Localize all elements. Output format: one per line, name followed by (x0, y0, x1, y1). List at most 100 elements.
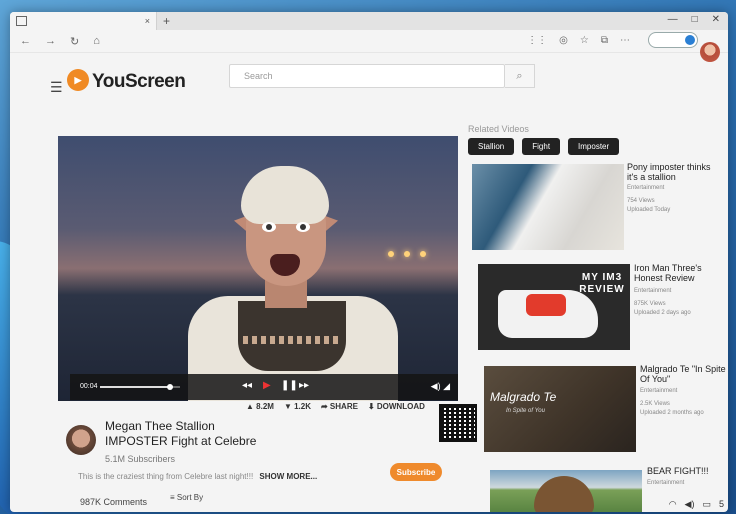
like-button[interactable]: ▲ 8.2M (246, 402, 274, 411)
related-meta: Entertainment 754 Views Uploaded Today (627, 184, 717, 215)
related-uploaded: Uploaded 2 months ago (640, 410, 704, 416)
video-title: Megan Thee Stallion IMPOSTER Fight at Ce… (105, 419, 257, 448)
window-controls: — □ ✕ (668, 14, 720, 25)
thumbnail-subcaption: In Spite of You (506, 408, 545, 414)
battery-icon[interactable]: ▭ (702, 499, 711, 510)
tab-close-icon[interactable]: × (145, 16, 150, 26)
system-tray: ◠ ◀) ▭ 5 (669, 499, 724, 510)
new-tab-button[interactable]: + (163, 14, 170, 28)
show-more-link[interactable]: SHOW MORE... (259, 472, 317, 481)
progress-scrubber[interactable] (167, 384, 174, 390)
thumbnail-caption: MY IM3 REVIEW (579, 272, 625, 295)
progress-track[interactable] (100, 384, 180, 390)
address-bar: ← → ↻ ⌂ ⋮⋮ ◎ ☆ ⧉ ⋯ (10, 30, 728, 53)
pause-icon[interactable]: ❚❚ (281, 380, 298, 391)
related-title[interactable]: Iron Man Three's Honest Review (634, 263, 724, 283)
fast-forward-icon[interactable]: ▸▸ (299, 380, 309, 391)
related-videos-heading: Related Videos (468, 124, 529, 134)
download-button[interactable]: ⬇ DOWNLOAD (368, 402, 425, 411)
thumb-up-icon: ▲ (246, 402, 257, 411)
browser-window: × + — □ ✕ ← → ↻ ⌂ ⋮⋮ ◎ ☆ ⧉ ⋯ ☰ ▶ YouScre… (10, 12, 728, 512)
related-category: Entertainment (627, 185, 665, 191)
time-current: 00:04 (80, 383, 98, 390)
related-thumbnail-pony[interactable] (472, 164, 624, 250)
forward-button[interactable]: → (45, 35, 56, 47)
more-icon[interactable]: ⋯ (620, 35, 630, 46)
chip-imposter[interactable]: Imposter (568, 138, 620, 155)
related-views: 754 Views (627, 198, 655, 204)
filter-chips: Stallion Fight Imposter (468, 138, 620, 155)
tab-favicon-icon (16, 16, 27, 26)
bear-figure (534, 476, 594, 512)
hamburger-menu-icon[interactable]: ☰ (50, 79, 63, 96)
close-window-button[interactable]: ✕ (712, 14, 720, 25)
sneaker-accent (526, 294, 566, 316)
grid-icon[interactable]: ⋮⋮ (527, 35, 547, 46)
back-button[interactable]: ← (20, 35, 31, 47)
rewind-icon[interactable]: ◂◂ (242, 380, 252, 391)
related-meta: Entertainment 2.5K Views Uploaded 2 mont… (640, 387, 728, 418)
description-text: This is the craziest thing from Celebre … (78, 472, 254, 481)
like-count: 8.2M (256, 402, 274, 411)
download-icon: ⬇ (367, 402, 377, 411)
eye-right (296, 222, 310, 232)
star-icon[interactable]: ☆ (580, 35, 589, 46)
chip-stallion[interactable]: Stallion (468, 138, 515, 155)
play-icon[interactable]: ▶ (263, 380, 271, 391)
channel-avatar[interactable] (66, 425, 96, 455)
related-category: Entertainment (640, 388, 678, 394)
subscriber-count: 5.1M Subscribers (105, 454, 176, 464)
wifi-icon[interactable]: ◠ (669, 499, 677, 510)
browser-tab[interactable]: × (10, 12, 157, 30)
dislike-count: 1.2K (294, 402, 311, 411)
refresh-button[interactable]: ↻ (70, 35, 79, 48)
toggle-switch[interactable] (648, 32, 698, 48)
search-icon: ⌕ (516, 69, 523, 82)
related-views: 2.5K Views (640, 401, 670, 407)
tab-bar: × + — □ ✕ (10, 12, 728, 30)
tray-text: 5 (718, 499, 724, 509)
thumbnail-caption: Malgrado Te (490, 390, 557, 404)
search-input[interactable]: Search (229, 64, 505, 88)
related-thumbnail-review[interactable]: MY IM3 REVIEW (478, 264, 630, 350)
background-lights (388, 244, 458, 257)
player-controls: 00:04 ◂◂ ▶ ❚❚ ▸▸ ◀) ◢ (70, 374, 458, 400)
related-title[interactable]: BEAR FIGHT!!! (647, 466, 728, 476)
search-button[interactable]: ⌕ (505, 64, 535, 88)
related-uploaded: Uploaded Today (627, 207, 671, 213)
video-description: This is the craziest thing from Celebre … (78, 472, 317, 481)
related-category: Entertainment (634, 288, 672, 294)
dislike-button[interactable]: ▼ 1.2K (284, 402, 311, 411)
site-header: ☰ ▶ YouScreen Search ⌕ (10, 56, 728, 106)
related-title[interactable]: Pony imposter thinks it's a stallion (627, 162, 717, 182)
home-button[interactable]: ⌂ (93, 35, 100, 47)
chip-fight[interactable]: Fight (522, 138, 561, 155)
toggle-knob (685, 35, 695, 45)
related-uploaded: Uploaded 2 days ago (634, 310, 691, 316)
eye-left (262, 222, 276, 232)
maximize-button[interactable]: □ (692, 14, 698, 25)
related-title[interactable]: Malgrado Te "In Spite Of You" (640, 364, 728, 384)
thumb-down-icon: ▼ (283, 402, 295, 411)
share-button[interactable]: ➦ SHARE (321, 402, 358, 411)
video-player[interactable]: 00:04 ◂◂ ▶ ❚❚ ▸▸ ◀) ◢ (58, 136, 458, 401)
subscribe-button[interactable]: Subscribe (390, 463, 442, 481)
sort-by-button[interactable]: ≡ Sort By (170, 493, 203, 502)
logo-icon[interactable]: ▶ (67, 69, 89, 91)
sort-label: Sort By (176, 493, 204, 502)
share-label: SHARE (329, 402, 358, 411)
site-logo-text[interactable]: YouScreen (92, 71, 186, 93)
related-thumbnail-bear[interactable] (490, 470, 642, 512)
comments-count: 987K Comments (80, 497, 148, 507)
extension-icon[interactable]: ◎ (559, 35, 568, 46)
volume-icon[interactable]: ◀) ◢ (431, 381, 450, 392)
collections-icon[interactable]: ⧉ (601, 35, 608, 46)
related-thumbnail-malgrado[interactable]: Malgrado Te In Spite of You (484, 366, 636, 452)
related-meta: Entertainment 875K Views Uploaded 2 days… (634, 287, 724, 318)
video-actions: ▲ 8.2M ▼ 1.2K ➦ SHARE ⬇ DOWNLOAD (246, 402, 425, 411)
speaker-icon[interactable]: ◀) (685, 499, 695, 510)
download-label: DOWNLOAD (376, 402, 425, 411)
minimize-button[interactable]: — (668, 14, 678, 25)
dress-embroidery (243, 336, 341, 344)
toolbar-icons: ⋮⋮ ◎ ☆ ⧉ ⋯ (527, 35, 630, 46)
